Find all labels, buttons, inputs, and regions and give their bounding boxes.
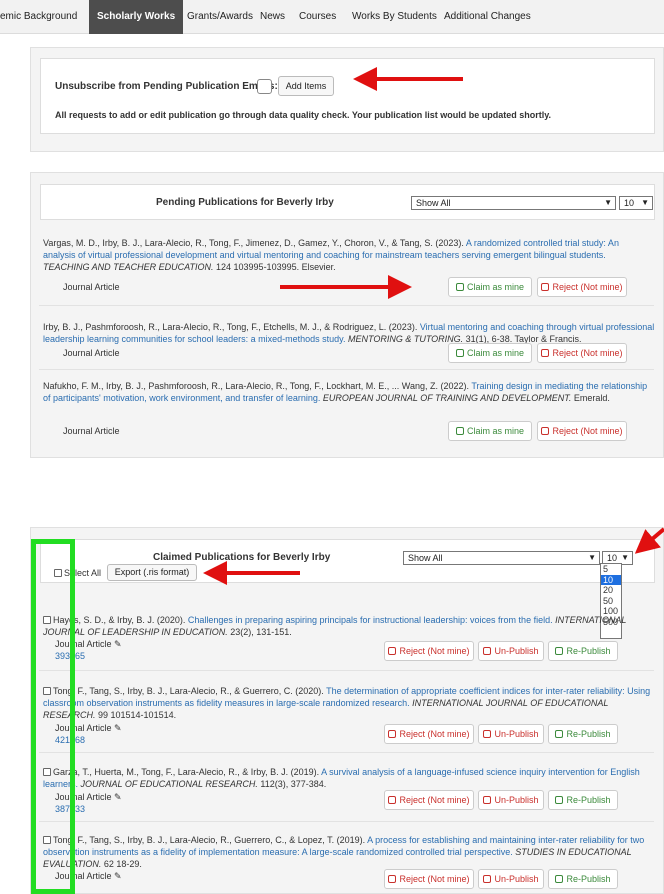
divider: [39, 369, 654, 370]
chevron-down-icon: ▼: [588, 553, 596, 562]
square-icon: [455, 349, 464, 357]
pencil-icon[interactable]: ✎: [114, 723, 122, 733]
pending-item-type: Journal Article: [63, 348, 120, 358]
re-publish-button[interactable]: Re-Publish: [548, 724, 618, 744]
tab-additional-changes[interactable]: Additional Changes: [444, 0, 531, 34]
tab-bar: emic Background Scholarly Works Grants/A…: [0, 0, 664, 34]
re-publish-button[interactable]: Re-Publish: [548, 790, 618, 810]
square-icon: [541, 283, 550, 291]
pending-item-text: Irby, B. J., Pashmforoosh, R., Lara-Alec…: [43, 322, 655, 344]
tab-grants-awards[interactable]: Grants/Awards: [187, 0, 253, 34]
publication-title-link[interactable]: Challenges in preparing aspiring princip…: [188, 615, 553, 625]
square-icon: [388, 875, 397, 883]
chevron-down-icon: ▼: [641, 198, 649, 207]
unsubscribe-checkbox[interactable]: [257, 79, 272, 94]
item-checkbox[interactable]: [43, 768, 51, 776]
reject-not-mine-button[interactable]: Reject (Not mine): [384, 869, 474, 889]
add-items-button[interactable]: Add Items: [278, 76, 334, 96]
export-ris-button[interactable]: Export (.ris format): [107, 564, 197, 581]
chevron-down-icon: ▼: [621, 553, 629, 562]
item-id[interactable]: 387033: [55, 804, 85, 814]
tab-scholarly-works[interactable]: Scholarly Works: [89, 0, 184, 34]
divider: [39, 752, 654, 753]
square-icon: [483, 875, 492, 883]
reject-not-mine-button[interactable]: Reject (Not mine): [384, 724, 474, 744]
square-icon: [388, 730, 397, 738]
square-icon: [555, 796, 564, 804]
square-icon: [483, 647, 492, 655]
claimed-filter-select[interactable]: Show All ▼: [403, 551, 600, 565]
dropdown-option[interactable]: 50: [601, 596, 621, 607]
pending-item-text: Vargas, M. D., Irby, B. J., Lara-Alecio,…: [43, 238, 619, 272]
square-icon: [455, 427, 464, 435]
claimed-item-text: Tong, F., Tang, S., Irby, B. J., Lara-Al…: [43, 835, 645, 869]
reject-not-mine-button[interactable]: Reject (Not mine): [537, 343, 627, 363]
tab-works-by-students[interactable]: Works By Students: [352, 0, 437, 34]
claimed-item-type: Journal Article ✎: [55, 792, 122, 802]
square-icon: [555, 875, 564, 883]
square-icon: [483, 730, 492, 738]
un-publish-button[interactable]: Un-Publish: [478, 641, 544, 661]
item-id[interactable]: 393265: [55, 651, 85, 661]
reject-not-mine-button[interactable]: Reject (Not mine): [537, 421, 627, 441]
pencil-icon[interactable]: ✎: [114, 639, 122, 649]
select-all-checkbox[interactable]: Select All: [54, 568, 101, 578]
re-publish-button[interactable]: Re-Publish: [548, 641, 618, 661]
claim-as-mine-button[interactable]: Claim as mine: [448, 421, 532, 441]
square-icon: [541, 427, 550, 435]
tab-news[interactable]: News: [260, 0, 285, 34]
dropdown-option-selected[interactable]: 10: [601, 574, 621, 585]
pending-item-type: Journal Article: [63, 426, 120, 436]
reject-not-mine-button[interactable]: Reject (Not mine): [384, 641, 474, 661]
claimed-item-text: Garza, T., Huerta, M., Tong, F., Lara-Al…: [43, 767, 640, 789]
pending-panel: Pending Publications for Beverly Irby Sh…: [30, 172, 664, 458]
checkbox-icon: [54, 569, 62, 577]
un-publish-button[interactable]: Un-Publish: [478, 869, 544, 889]
re-publish-button[interactable]: Re-Publish: [548, 869, 618, 889]
pending-filter-select[interactable]: Show All ▼: [411, 196, 616, 210]
claimed-item-text: Hayes, S. D., & Irby, B. J. (2020). Chal…: [43, 615, 627, 637]
unsubscribe-box: Unsubscribe from Pending Publication Ema…: [40, 58, 655, 134]
square-icon: [555, 730, 564, 738]
divider: [39, 305, 654, 306]
divider: [39, 821, 654, 822]
claimed-item-type: Journal Article ✎: [55, 871, 122, 881]
pending-item-type: Journal Article: [63, 282, 120, 292]
reject-not-mine-button[interactable]: Reject (Not mine): [384, 790, 474, 810]
data-quality-note: All requests to add or edit publication …: [55, 110, 552, 120]
pending-header: Pending Publications for Beverly Irby Sh…: [40, 184, 655, 220]
claim-as-mine-button[interactable]: Claim as mine: [448, 343, 532, 363]
square-icon: [388, 796, 397, 804]
claim-as-mine-button[interactable]: Claim as mine: [448, 277, 532, 297]
claimed-item-type: Journal Article ✎: [55, 639, 122, 649]
pending-title: Pending Publications for Beverly Irby: [156, 197, 334, 208]
claimed-title: Claimed Publications for Beverly Irby: [153, 552, 331, 563]
square-icon: [388, 647, 397, 655]
unsubscribe-label: Unsubscribe from Pending Publication Ema…: [55, 81, 278, 92]
pencil-icon[interactable]: ✎: [114, 792, 122, 802]
item-checkbox[interactable]: [43, 836, 51, 844]
divider: [39, 670, 654, 671]
tab-academic-background[interactable]: emic Background: [0, 0, 77, 34]
reject-not-mine-button[interactable]: Reject (Not mine): [537, 277, 627, 297]
pending-count-select[interactable]: 10 ▼: [619, 196, 653, 210]
square-icon: [483, 796, 492, 804]
square-icon: [555, 647, 564, 655]
chevron-down-icon: ▼: [604, 198, 612, 207]
pencil-icon[interactable]: ✎: [114, 871, 122, 881]
claimed-item-type: Journal Article ✎: [55, 723, 122, 733]
claimed-item-text: Tong, F., Tang, S., Irby, B. J., Lara-Al…: [43, 686, 651, 720]
tab-courses[interactable]: Courses: [299, 0, 336, 34]
item-checkbox[interactable]: [43, 616, 51, 624]
pending-item-text: Nafukho, F. M., Irby, B. J., Pashmforoos…: [43, 381, 648, 403]
dropdown-option[interactable]: 5: [601, 564, 621, 575]
item-checkbox[interactable]: [43, 687, 51, 695]
unsubscribe-panel: Unsubscribe from Pending Publication Ema…: [30, 47, 664, 152]
un-publish-button[interactable]: Un-Publish: [478, 724, 544, 744]
square-icon: [541, 349, 550, 357]
un-publish-button[interactable]: Un-Publish: [478, 790, 544, 810]
item-id[interactable]: 421968: [55, 735, 85, 745]
dropdown-option[interactable]: 20: [601, 585, 621, 596]
square-icon: [455, 283, 464, 291]
